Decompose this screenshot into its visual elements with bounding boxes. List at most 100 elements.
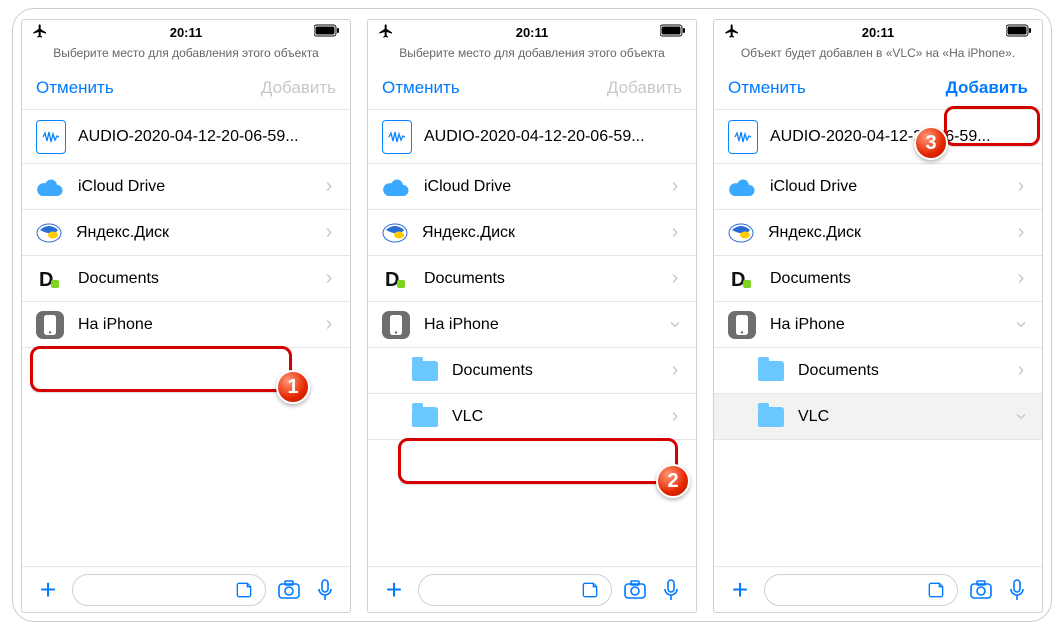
file-header-row: AUDIO-2020-04-12-20-06-59... — [22, 110, 350, 164]
row-subfolder-vlc[interactable]: VLC › — [714, 394, 1042, 440]
search-field[interactable] — [72, 574, 266, 606]
row-label: Documents — [798, 362, 1000, 380]
phone-screen-2: 20:11 Выберите место для добавления этог… — [367, 19, 697, 613]
bottom-toolbar: + — [368, 566, 696, 612]
bottom-toolbar: + — [22, 566, 350, 612]
chevron-right-icon: › — [668, 221, 682, 244]
yandex-disk-icon — [382, 220, 408, 246]
microphone-icon[interactable] — [312, 577, 338, 603]
icloud-icon — [36, 173, 64, 201]
row-icloud-drive[interactable]: iCloud Drive › — [368, 164, 696, 210]
row-subfolder-vlc[interactable]: VLC › — [368, 394, 696, 440]
airplane-mode-icon — [32, 23, 92, 42]
new-folder-button[interactable]: + — [34, 576, 62, 604]
airplane-mode-icon — [724, 23, 784, 42]
search-field[interactable] — [418, 574, 612, 606]
phone-screen-3: 20:11 Объект будет добавлен в «VLC» на «… — [713, 19, 1043, 613]
audio-file-icon — [382, 120, 412, 154]
documents-app-icon: D — [728, 265, 756, 293]
instruction-text: Объект будет добавлен в «VLC» на «На iPh… — [714, 44, 1042, 66]
add-button[interactable]: Добавить — [607, 78, 682, 98]
chevron-right-icon: › — [322, 175, 336, 198]
on-iphone-icon — [728, 311, 756, 339]
status-time: 20:11 — [438, 25, 626, 40]
add-button[interactable]: Добавить — [946, 78, 1028, 98]
instruction-text: Выберите место для добавления этого объе… — [22, 44, 350, 66]
folder-icon — [758, 361, 784, 381]
row-documents-app[interactable]: D Documents › — [368, 256, 696, 302]
chevron-right-icon: › — [668, 359, 682, 382]
camera-icon[interactable] — [622, 577, 648, 603]
yandex-disk-icon — [728, 220, 754, 246]
row-label: iCloud Drive — [770, 178, 1000, 196]
status-bar: 20:11 — [22, 20, 350, 44]
cancel-button[interactable]: Отменить — [36, 78, 114, 98]
chevron-down-icon: › — [664, 318, 687, 332]
chevron-right-icon: › — [668, 175, 682, 198]
tutorial-container: 20:11 Выберите место для добавления этог… — [12, 8, 1052, 622]
row-label: Documents — [78, 270, 308, 288]
icloud-icon — [728, 173, 756, 201]
row-label: На iPhone — [424, 316, 654, 334]
row-label: Яндекс.Диск — [76, 224, 308, 242]
row-yandex-disk[interactable]: Яндекс.Диск › — [714, 210, 1042, 256]
location-list: iCloud Drive › Яндекс.Диск › D Documents… — [714, 164, 1042, 566]
instruction-text: Выберите место для добавления этого объе… — [368, 44, 696, 66]
row-on-iphone[interactable]: На iPhone › — [714, 302, 1042, 348]
cancel-button[interactable]: Отменить — [728, 78, 806, 98]
documents-app-icon: D — [36, 265, 64, 293]
nav-bar: Отменить Добавить — [22, 66, 350, 110]
row-yandex-disk[interactable]: Яндекс.Диск › — [368, 210, 696, 256]
nav-bar: Отменить Добавить — [714, 66, 1042, 110]
file-name: AUDIO-2020-04-12-20-06-59... — [78, 128, 299, 146]
row-subfolder-documents[interactable]: Documents › — [714, 348, 1042, 394]
microphone-icon[interactable] — [658, 577, 684, 603]
sticker-icon[interactable] — [233, 579, 255, 601]
row-label: На iPhone — [78, 316, 308, 334]
on-iphone-icon — [382, 311, 410, 339]
bottom-toolbar: + — [714, 566, 1042, 612]
row-icloud-drive[interactable]: iCloud Drive › — [714, 164, 1042, 210]
chevron-right-icon: › — [1014, 221, 1028, 244]
file-name: AUDIO-2020-04-12-20-06-59... — [770, 128, 991, 146]
chevron-right-icon: › — [668, 267, 682, 290]
audio-file-icon — [36, 120, 66, 154]
row-icloud-drive[interactable]: iCloud Drive › — [22, 164, 350, 210]
nav-bar: Отменить Добавить — [368, 66, 696, 110]
sticker-icon[interactable] — [925, 579, 947, 601]
documents-app-icon: D — [382, 265, 410, 293]
search-field[interactable] — [764, 574, 958, 606]
chevron-right-icon: › — [1014, 175, 1028, 198]
chevron-right-icon: › — [1014, 267, 1028, 290]
add-button[interactable]: Добавить — [261, 78, 336, 98]
row-documents-app[interactable]: D Documents › — [22, 256, 350, 302]
cancel-button[interactable]: Отменить — [382, 78, 460, 98]
microphone-icon[interactable] — [1004, 577, 1030, 603]
row-subfolder-documents[interactable]: Documents › — [368, 348, 696, 394]
row-yandex-disk[interactable]: Яндекс.Диск › — [22, 210, 350, 256]
battery-icon — [972, 24, 1032, 40]
camera-icon[interactable] — [276, 577, 302, 603]
camera-icon[interactable] — [968, 577, 994, 603]
row-label: Documents — [452, 362, 654, 380]
status-time: 20:11 — [784, 25, 972, 40]
sticker-icon[interactable] — [579, 579, 601, 601]
chevron-right-icon: › — [322, 267, 336, 290]
chevron-right-icon: › — [322, 313, 336, 336]
file-header-row: AUDIO-2020-04-12-20-06-59... — [714, 110, 1042, 164]
row-on-iphone[interactable]: На iPhone › — [368, 302, 696, 348]
row-label: На iPhone — [770, 316, 1000, 334]
battery-icon — [280, 24, 340, 40]
location-list: iCloud Drive › Яндекс.Диск › D Documents… — [368, 164, 696, 566]
status-time: 20:11 — [92, 25, 280, 40]
row-label: Яндекс.Диск — [422, 224, 654, 242]
airplane-mode-icon — [378, 23, 438, 42]
new-folder-button[interactable]: + — [380, 576, 408, 604]
chevron-right-icon: › — [1014, 359, 1028, 382]
row-label: Documents — [424, 270, 654, 288]
row-label: VLC — [452, 408, 654, 426]
new-folder-button[interactable]: + — [726, 576, 754, 604]
row-documents-app[interactable]: D Documents › — [714, 256, 1042, 302]
row-on-iphone[interactable]: На iPhone › — [22, 302, 350, 348]
chevron-down-icon: › — [1010, 318, 1033, 332]
